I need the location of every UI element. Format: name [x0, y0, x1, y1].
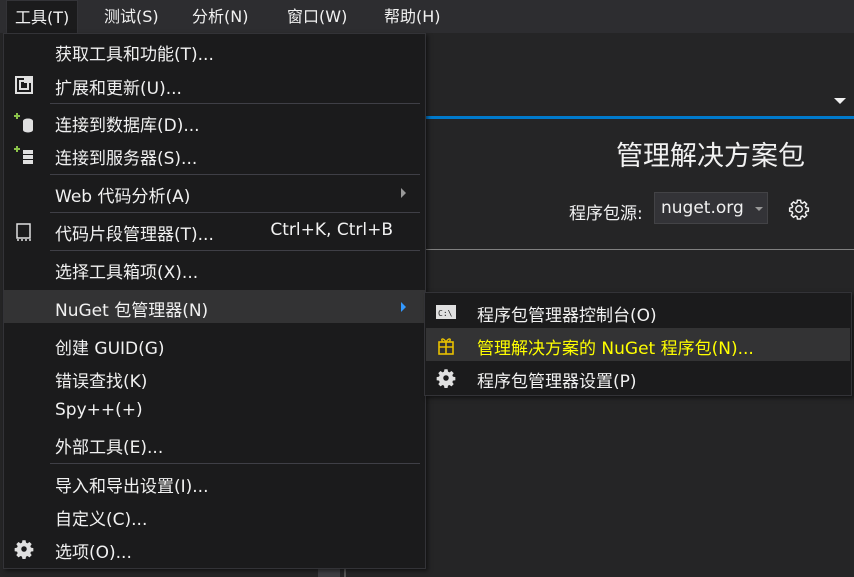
menu-item-label: 代码片段管理器(T)... — [55, 225, 214, 245]
menu-separator — [50, 250, 420, 251]
menu-item-label: 获取工具和功能(T)... — [55, 45, 214, 65]
server-connect-icon — [14, 146, 33, 164]
package-source-select[interactable]: nuget.org — [654, 192, 768, 224]
menubar: 工具(T) 测试(S) 分析(N) 窗口(W) 帮助(H) — [0, 0, 854, 33]
menu-item-connect-database[interactable]: 连接到数据库(D)... — [4, 105, 425, 138]
menu-item-label: 导入和导出设置(I)... — [55, 477, 209, 497]
menu-item-label: 创建 GUID(G) — [55, 339, 165, 359]
menu-item-label: 选项(O)... — [55, 543, 132, 563]
menu-item-label: 外部工具(E)... — [55, 438, 164, 458]
menu-item-error-lookup[interactable]: 错误查找(K) — [4, 361, 425, 394]
menu-item-label: 错误查找(K) — [55, 372, 148, 392]
menu-test[interactable]: 测试(S) — [96, 0, 167, 33]
menu-help[interactable]: 帮助(H) — [376, 0, 449, 33]
menu-item-label: 扩展和更新(U)... — [55, 79, 182, 99]
submenu-item-manage-solution-packages[interactable]: 管理解决方案的 NuGet 程序包(N)... — [426, 328, 850, 361]
menu-item-external-tools[interactable]: 外部工具(E)... — [4, 427, 425, 460]
nuget-submenu: C:\ 程序包管理器控制台(O) 管理解决方案的 NuGet 程序包(N)...… — [424, 292, 852, 396]
chevron-right-icon — [401, 302, 406, 312]
settings-gear-icon[interactable] — [788, 198, 810, 220]
gear-icon — [14, 540, 34, 559]
menu-item-create-guid[interactable]: 创建 GUID(G) — [4, 328, 425, 361]
menu-separator — [50, 103, 420, 104]
snippet-icon — [16, 223, 31, 241]
menu-item-shortcut: Ctrl+K, Ctrl+B — [270, 220, 393, 240]
window-dropdown-icon[interactable] — [834, 98, 846, 104]
package-icon — [438, 338, 454, 355]
submenu-item-package-manager-settings[interactable]: 程序包管理器设置(P) — [426, 361, 850, 394]
menu-separator — [50, 212, 420, 213]
submenu-item-label: 管理解决方案的 NuGet 程序包(N)... — [477, 339, 754, 359]
menu-item-snippet-manager[interactable]: 代码片段管理器(T)... Ctrl+K, Ctrl+B — [4, 214, 425, 247]
menu-item-label: 自定义(C)... — [55, 510, 148, 530]
database-connect-icon — [14, 113, 33, 133]
submenu-item-package-manager-console[interactable]: C:\ 程序包管理器控制台(O) — [426, 295, 850, 328]
menu-item-label: NuGet 包管理器(N) — [55, 301, 209, 321]
menu-item-spy[interactable]: Spy++(+) — [4, 394, 425, 427]
package-source-value: nuget.org — [661, 198, 744, 218]
menu-item-label: 连接到服务器(S)... — [55, 149, 198, 169]
submenu-item-label: 程序包管理器设置(P) — [477, 372, 637, 392]
menu-item-connect-server[interactable]: 连接到服务器(S)... — [4, 138, 425, 171]
menu-item-extensions[interactable]: 扩展和更新(U)... — [4, 68, 425, 101]
menu-item-web-code-analysis[interactable]: Web 代码分析(A) — [4, 176, 425, 209]
menu-item-label: 连接到数据库(D)... — [55, 116, 200, 136]
menu-item-label: Spy++(+) — [55, 400, 143, 420]
scrollbar-button[interactable] — [318, 568, 340, 577]
menu-tools[interactable]: 工具(T) — [6, 0, 79, 33]
svg-text:C:\: C:\ — [438, 309, 453, 318]
extensions-icon — [15, 76, 33, 94]
menu-item-label: 选择工具箱项(X)... — [55, 263, 199, 283]
menu-item-choose-toolbox[interactable]: 选择工具箱项(X)... — [4, 252, 425, 285]
menu-item-options[interactable]: 选项(O)... — [4, 532, 425, 565]
menu-item-label: Web 代码分析(A) — [55, 187, 191, 207]
chevron-right-icon — [401, 188, 406, 198]
menu-item-customize[interactable]: 自定义(C)... — [4, 499, 425, 532]
menu-item-import-export-settings[interactable]: 导入和导出设置(I)... — [4, 466, 425, 499]
tools-menu: 获取工具和功能(T)... 扩展和更新(U)... 连接到数据库(D)... 连… — [3, 33, 426, 569]
divider — [426, 249, 854, 250]
active-tab-indicator — [426, 116, 854, 119]
menu-separator — [50, 174, 420, 175]
package-source-label: 程序包源: — [569, 204, 643, 224]
submenu-item-label: 程序包管理器控制台(O) — [477, 306, 657, 326]
menu-analyze[interactable]: 分析(N) — [184, 0, 256, 33]
chevron-down-icon — [755, 207, 763, 211]
console-icon: C:\ — [436, 305, 456, 319]
gear-icon — [436, 369, 456, 388]
menu-item-get-tools[interactable]: 获取工具和功能(T)... — [4, 34, 425, 67]
menu-separator — [50, 463, 420, 464]
menu-item-nuget-package-manager[interactable]: NuGet 包管理器(N) — [4, 290, 425, 323]
page-title: 管理解决方案包 — [616, 141, 805, 172]
menu-window[interactable]: 窗口(W) — [279, 0, 355, 33]
